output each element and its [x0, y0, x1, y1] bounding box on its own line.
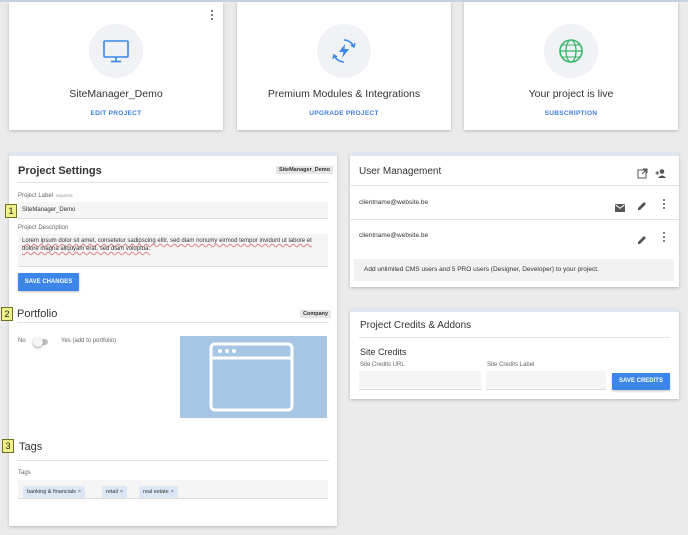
user-options-icon[interactable]: [659, 197, 669, 211]
user-management-title: User Management: [359, 166, 442, 177]
live-card: Your project is live SUBSCRIPTION: [464, 2, 678, 130]
users-note: Add unlimited CMS users and 5 PRO users …: [354, 259, 674, 281]
site-credits-label-input[interactable]: [486, 371, 606, 390]
globe-icon-circle: [544, 24, 598, 78]
open-external-icon[interactable]: [637, 166, 648, 184]
project-description-label: Project Description: [18, 225, 69, 231]
globe-icon: [559, 39, 583, 63]
save-credits-button[interactable]: SAVE CREDITS: [612, 373, 670, 390]
site-credits-url-label: Site Credits URL: [360, 362, 405, 368]
edit-user-icon[interactable]: [637, 198, 647, 216]
remove-tag-icon[interactable]: ×: [78, 489, 81, 495]
monitor-icon: [103, 40, 129, 63]
callout-2: 2: [1, 307, 13, 321]
tags-title: Tags: [19, 441, 43, 453]
edit-project-link[interactable]: EDIT PROJECT: [9, 110, 223, 117]
card-title: SiteManager_Demo: [69, 88, 163, 100]
remove-tag-icon[interactable]: ×: [171, 489, 174, 495]
card-title: Your project is live: [528, 88, 614, 100]
subscription-link[interactable]: SUBSCRIPTION: [464, 110, 678, 117]
divider: [359, 337, 670, 338]
divider: [17, 182, 329, 183]
toggle-on-label: Yes (add to portfolio): [61, 338, 117, 344]
project-label-label: Project Label required: [18, 193, 73, 199]
divider: [17, 322, 329, 323]
edit-user-icon[interactable]: [637, 232, 647, 250]
lightning-refresh-icon: [332, 39, 356, 63]
remove-tag-icon[interactable]: ×: [120, 489, 123, 495]
tag-chip[interactable]: retail ×: [102, 486, 128, 498]
add-user-icon[interactable]: [655, 166, 667, 184]
credits-title: Project Credits & Addons: [360, 320, 472, 331]
toggle-knob: [33, 337, 43, 347]
user-options-icon[interactable]: [659, 230, 669, 244]
portfolio-badge: Company: [300, 310, 332, 318]
monitor-icon-circle: [89, 24, 143, 78]
save-changes-button[interactable]: SAVE CHANGES: [18, 273, 79, 291]
divider: [17, 460, 329, 461]
modules-card: Premium Modules & Integrations UPGRADE P…: [237, 2, 451, 130]
callout-3: 3: [2, 439, 14, 453]
browser-window-icon: [209, 342, 294, 412]
upgrade-project-link[interactable]: UPGRADE PROJECT: [237, 110, 451, 117]
lightning-icon-circle: [317, 24, 371, 78]
project-settings-title: Project Settings: [18, 165, 102, 177]
toggle-off-label: No: [18, 338, 26, 344]
divider: [350, 185, 679, 186]
portfolio-toggle[interactable]: [33, 337, 48, 347]
tag-chip[interactable]: banking & financials ×: [23, 486, 86, 498]
site-credits-url-input[interactable]: [359, 371, 481, 390]
project-card: SiteManager_Demo EDIT PROJECT: [9, 2, 223, 130]
card-title: Premium Modules & Integrations: [267, 88, 421, 100]
tag-chip[interactable]: real estate ×: [139, 486, 178, 498]
site-credits-subtitle: Site Credits: [360, 347, 407, 357]
callout-1: 1: [5, 204, 17, 218]
more-options-icon[interactable]: [207, 8, 217, 22]
tags-field-label: Tags: [18, 470, 31, 476]
project-label-input[interactable]: SiteManager_Demo: [18, 202, 328, 219]
divider: [350, 219, 679, 220]
portfolio-image: [180, 336, 327, 418]
user-email: clientname@website.be: [359, 199, 429, 206]
project-description-input[interactable]: Lorem ipsum dolor sit amet, consetetur s…: [18, 234, 328, 267]
mail-icon[interactable]: [615, 199, 625, 217]
portfolio-title: Portfolio: [17, 308, 58, 320]
site-credits-label-label: Site Credits Label: [487, 362, 535, 368]
project-badge: SiteManager_Demo: [276, 166, 334, 174]
user-email: clientname@website.be: [359, 232, 429, 239]
